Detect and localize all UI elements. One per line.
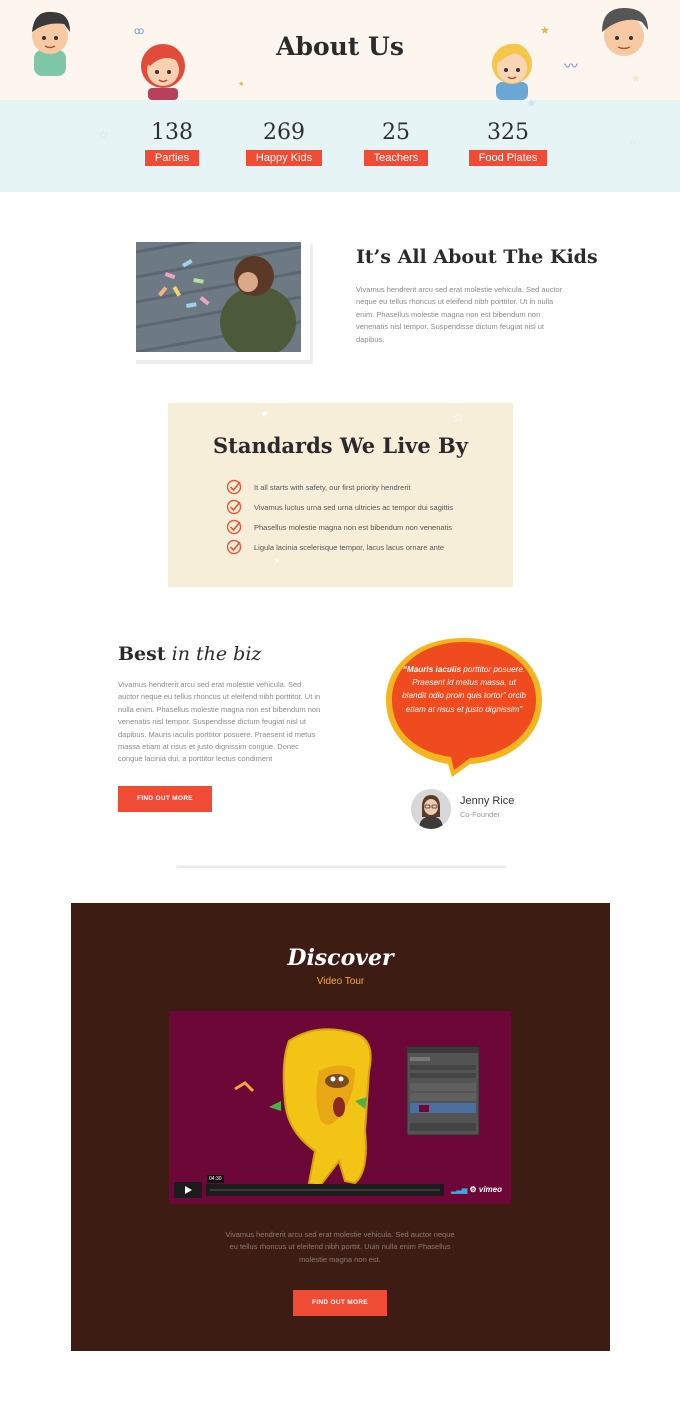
biz-title: Best in the biz bbox=[118, 643, 261, 665]
list-item: Phasellus molestie magna non est bibendu… bbox=[226, 517, 453, 537]
discover-title: Discover bbox=[287, 945, 394, 971]
testimonial-quote: “Mauris iaculis porttitor posuere. Praes… bbox=[401, 663, 527, 716]
kids-photo-frame bbox=[133, 240, 310, 360]
stat-happy-kids: 269 Happy Kids bbox=[245, 118, 323, 166]
standard-text: Phasellus molestie magna non est bibendu… bbox=[254, 522, 453, 532]
list-item: Vivamus luctus urna sed urna ultricies a… bbox=[226, 497, 453, 517]
list-item: Ligula lacinia scelerisque tempor, lacus… bbox=[226, 537, 453, 557]
biz-text: Vivamus hendrerit arcu sed erat molestie… bbox=[118, 680, 321, 764]
stat-value: 325 bbox=[487, 120, 529, 145]
star-icon: ★ bbox=[274, 558, 281, 565]
progress-line bbox=[210, 1189, 440, 1191]
stat-label: Food Plates bbox=[468, 150, 548, 166]
vimeo-logo[interactable]: ▂▃▅ ⚙ vimeo bbox=[451, 1182, 502, 1198]
title-italic: in the biz bbox=[165, 643, 262, 665]
volume-icon[interactable]: ▂▃▅ bbox=[451, 1187, 467, 1194]
about-kids-text: Vivamus hendrerit arcu sed erat molestie… bbox=[356, 285, 563, 344]
list-item: It all starts with safety, our first pri… bbox=[226, 477, 453, 497]
stat-label: Parties bbox=[144, 150, 200, 166]
hero-banner: ★ ★ ☆ ꝏ 〰 About Us bbox=[0, 0, 680, 100]
discover-text: Vivamus hendrerit arcu sed erat molestie… bbox=[225, 1230, 455, 1264]
stats-bar: ☆ ☆ ★ 138 Parties 269 Happy Kids 25 Teac… bbox=[0, 96, 680, 192]
star-icon: ☆ bbox=[98, 128, 109, 142]
video-progress-track[interactable] bbox=[206, 1184, 444, 1196]
standard-text: It all starts with safety, our first pri… bbox=[254, 482, 411, 492]
avatar bbox=[411, 789, 451, 829]
check-circle-icon bbox=[226, 479, 242, 495]
quote-bold: “Mauris iaculis bbox=[402, 665, 462, 674]
title-light: It’s All About bbox=[356, 246, 504, 268]
stat-teachers: 25 Teachers bbox=[362, 118, 430, 166]
video-controls: 04:30 ▂▃▅ ⚙ vimeo bbox=[174, 1175, 506, 1198]
check-circle-icon bbox=[226, 499, 242, 515]
page-title: About Us bbox=[276, 32, 404, 61]
video-player[interactable]: 04:30 ▂▃▅ ⚙ vimeo bbox=[169, 1011, 511, 1204]
discover-find-out-more-button[interactable]: FIND OUT MORE bbox=[293, 1290, 387, 1316]
section-divider bbox=[176, 865, 506, 868]
author-name: Jenny Rice bbox=[460, 795, 515, 807]
title-bold: Best bbox=[118, 643, 166, 665]
vimeo-brand-text: vimeo bbox=[478, 1185, 502, 1194]
star-icon: ★ bbox=[526, 96, 537, 110]
author-role: Co-Founder bbox=[460, 810, 501, 819]
stat-parties: 138 Parties bbox=[144, 118, 200, 166]
standard-text: Vivamus luctus urna sed urna ultricies a… bbox=[254, 502, 454, 512]
stat-label: Happy Kids bbox=[245, 150, 323, 166]
kid-playing-chalk-photo bbox=[136, 242, 301, 352]
title-bold: The Kids bbox=[503, 246, 598, 268]
star-icon: ★ bbox=[260, 409, 269, 420]
stat-value: 138 bbox=[151, 120, 193, 145]
star-icon: ☆ bbox=[452, 409, 465, 425]
check-circle-icon bbox=[226, 519, 242, 535]
standards-list: It all starts with safety, our first pri… bbox=[226, 477, 453, 557]
star-icon: ★ bbox=[238, 81, 245, 88]
discover-section: Discover Video Tour 04:30 ▂▃▅ ⚙ vimeo Vi… bbox=[71, 903, 610, 1351]
play-button[interactable] bbox=[174, 1182, 202, 1198]
title-light: Standards bbox=[212, 433, 340, 458]
check-circle-icon bbox=[226, 539, 242, 555]
standards-title: Standards We Live By bbox=[168, 433, 513, 458]
settings-gear-icon[interactable]: ⚙ bbox=[469, 1185, 476, 1194]
find-out-more-button[interactable]: FIND OUT MORE bbox=[118, 786, 212, 812]
stat-value: 25 bbox=[382, 120, 410, 145]
discover-subtitle: Video Tour bbox=[316, 976, 365, 987]
standards-box: ★ ☆ ★ Standards We Live By It all starts… bbox=[168, 403, 513, 587]
play-icon bbox=[185, 1186, 192, 1194]
stat-label: Teachers bbox=[363, 150, 429, 166]
star-icon: ☆ bbox=[628, 136, 637, 147]
stat-food-plates: 325 Food Plates bbox=[468, 118, 548, 166]
title-bold: We Live By bbox=[339, 433, 469, 458]
star-icon: ☆ bbox=[632, 74, 640, 83]
video-time: 04:30 bbox=[207, 1175, 224, 1183]
standard-text: Ligula lacinia scelerisque tempor, lacus… bbox=[254, 542, 445, 552]
about-kids-title: It’s All About The Kids bbox=[356, 246, 598, 268]
stat-value: 269 bbox=[263, 120, 305, 145]
